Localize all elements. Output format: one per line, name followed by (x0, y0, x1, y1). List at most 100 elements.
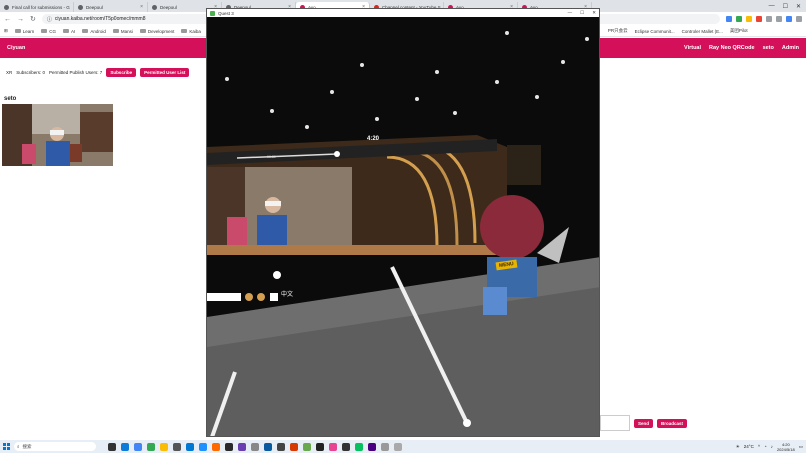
hud-time: 4:20 (367, 136, 380, 142)
wifi-icon[interactable]: ◔ (764, 444, 767, 449)
subscribe-button[interactable]: Subscribe (106, 68, 137, 77)
extension-icon[interactable] (736, 16, 742, 22)
extension-icon[interactable] (726, 16, 732, 22)
tab-label: Deepoul (86, 4, 103, 10)
chrome-icon[interactable] (147, 442, 155, 451)
site-icon (78, 4, 83, 10)
folder-icon (63, 29, 70, 33)
user-video[interactable] (2, 104, 113, 166)
message-input[interactable] (600, 415, 630, 431)
app-icon[interactable] (173, 442, 181, 451)
hud-playback-time: 00:39 (267, 155, 276, 159)
quest-app-icon (210, 10, 215, 16)
nav-virtual[interactable]: Virtual (684, 45, 701, 51)
app-icon[interactable] (303, 442, 311, 451)
app-icon[interactable] (212, 442, 220, 451)
bookmark-item[interactable]: CG (41, 29, 56, 34)
browser-tab[interactable]: Final call for submissions - G× (0, 2, 74, 12)
bookmark-item[interactable]: Development (139, 29, 174, 34)
folder-icon (181, 29, 188, 33)
permitted-user-list-button[interactable]: Permitted User List (140, 68, 190, 77)
window-controls: — ☐ ✕ (764, 0, 806, 12)
reload-icon[interactable]: ↻ (30, 15, 36, 23)
taskbar-search[interactable]: ⌕ 搜索 (14, 442, 96, 451)
bookmark-item[interactable]: AI (63, 29, 75, 34)
app-icon[interactable] (381, 442, 389, 451)
bookmark-item[interactable]: Android (82, 29, 106, 34)
bookmark-item[interactable]: Controler Mallet (E... (682, 29, 723, 34)
user-name: seto (4, 96, 17, 102)
maximize-button[interactable]: ☐ (783, 3, 788, 10)
clock-date: 2024/5/18 (776, 446, 795, 452)
vr-scene[interactable] (207, 17, 600, 437)
app-icon[interactable] (199, 442, 207, 451)
tab-label: Final call for submissions - G (12, 4, 70, 10)
app-icon[interactable] (225, 442, 233, 451)
quest-window-controls: — ☐ ✕ (568, 10, 596, 16)
bookmark-item[interactable]: Learn (14, 29, 34, 34)
close-button[interactable]: ✕ (796, 3, 801, 10)
chrome-icon[interactable] (134, 442, 142, 451)
wechat-icon[interactable] (355, 442, 363, 451)
nav-qrcode[interactable]: Ray Neo QRCode (709, 45, 755, 51)
volume-icon[interactable]: ♪ (771, 444, 773, 449)
broadcast-button[interactable]: Broadcast (657, 418, 688, 428)
close-icon[interactable]: × (140, 4, 143, 10)
app-icon[interactable] (251, 442, 259, 451)
site-info-icon[interactable]: ⓘ (47, 16, 52, 23)
bookmark-item[interactable]: PR只会云 (608, 28, 628, 34)
video-frame (2, 104, 113, 166)
notification-icon[interactable]: ▭ (799, 444, 803, 450)
extension-icons (726, 16, 802, 22)
edge-icon[interactable] (121, 442, 129, 451)
browser-tab[interactable]: Deepoul × (74, 2, 148, 12)
chrome-icon[interactable] (160, 442, 168, 451)
minimize-button[interactable]: — (568, 10, 573, 16)
app-icon[interactable] (186, 442, 194, 451)
extension-icon[interactable] (756, 16, 762, 22)
app-icon[interactable] (277, 442, 285, 451)
extension-icon[interactable] (746, 16, 752, 22)
windows-start-icon[interactable] (3, 443, 10, 450)
app-icon[interactable] (368, 442, 376, 451)
windows-taskbar: ⌕ 搜索 ☀ 24°C ^ ◔ ♪ 4:20 2024/5/18 ▭ (0, 440, 806, 453)
bookmark-item[interactable]: 美团Pilot (730, 28, 748, 34)
folder-icon (112, 29, 119, 33)
maximize-button[interactable]: ☐ (580, 10, 584, 16)
apps-icon[interactable]: ⊞ (4, 28, 8, 34)
profile-icon[interactable] (796, 16, 802, 22)
send-button[interactable]: Send (634, 418, 654, 428)
app-icon[interactable] (264, 442, 272, 451)
bookmark-item[interactable]: Mansi (112, 29, 133, 34)
app-icon[interactable] (329, 442, 337, 451)
app-icon[interactable] (316, 442, 324, 451)
site-icon (152, 4, 157, 10)
weather-temp[interactable]: 24°C (744, 444, 754, 449)
close-button[interactable]: ✕ (592, 10, 596, 16)
extension-icon[interactable] (776, 16, 782, 22)
tray-chevron-icon[interactable]: ^ (758, 444, 760, 449)
bookmark-item[interactable]: Eclipse Communit... (635, 29, 675, 34)
app-brand[interactable]: Ciyuan (7, 45, 25, 51)
forward-icon[interactable]: → (17, 16, 24, 23)
weather-icon[interactable]: ☀ (736, 444, 740, 450)
folder-icon (41, 29, 48, 33)
bookmark-item[interactable]: Kaiba (181, 29, 201, 34)
permitted-count: Permitted Publish Users: 7 (49, 70, 103, 75)
search-icon: ⌕ (17, 444, 20, 449)
task-view-icon[interactable] (108, 442, 116, 451)
clock[interactable]: 4:20 2024/5/18 (777, 442, 795, 452)
user-video-card: seto (2, 96, 113, 166)
subscribers-count: Subscribers: 0 (16, 70, 46, 75)
back-icon[interactable]: ← (4, 16, 11, 23)
extension-icon[interactable] (786, 16, 792, 22)
extension-icon[interactable] (766, 16, 772, 22)
app-icon[interactable] (290, 442, 298, 451)
minimize-button[interactable]: — (769, 3, 775, 9)
app-icon[interactable] (342, 442, 350, 451)
nav-admin[interactable]: Admin (782, 45, 799, 51)
nav-user[interactable]: seto (763, 45, 774, 51)
language-label[interactable]: 中文 (281, 289, 293, 298)
app-icon[interactable] (238, 442, 246, 451)
app-icon[interactable] (394, 442, 402, 451)
